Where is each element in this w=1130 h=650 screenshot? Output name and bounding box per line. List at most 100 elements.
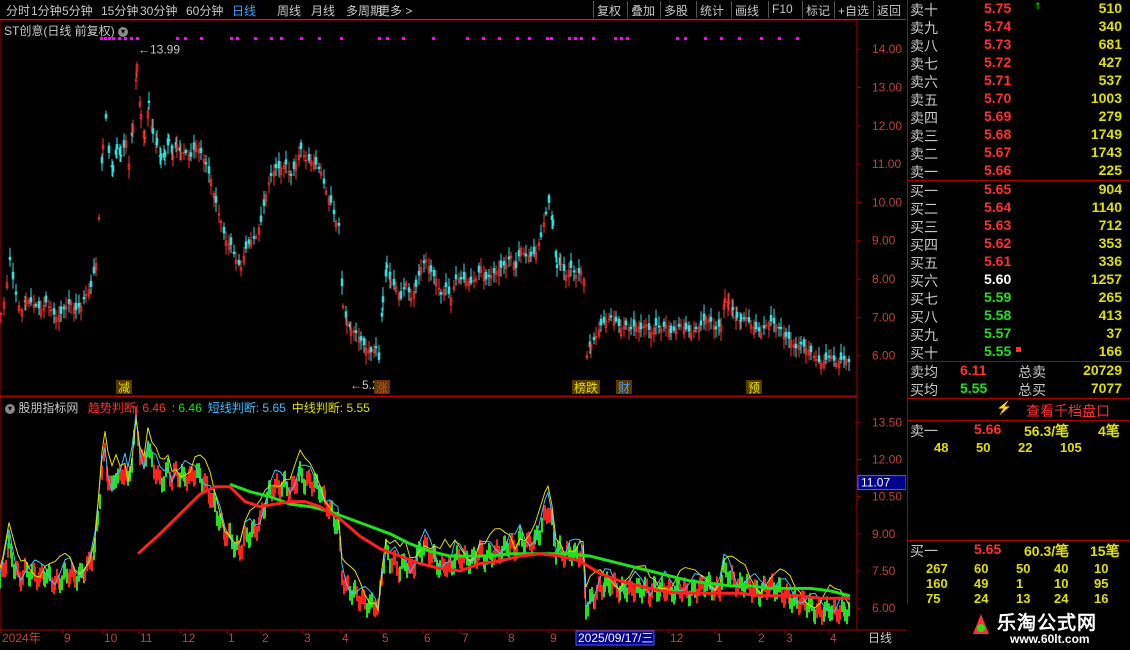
- toolbar-tab-1[interactable]: 1分钟: [31, 2, 62, 19]
- order-price: 5.67: [984, 144, 1012, 160]
- total-label: 总买: [1018, 382, 1046, 398]
- toolbar-button-4[interactable]: 画线: [735, 2, 759, 19]
- toolbar-tab-7[interactable]: 周线: [277, 2, 301, 19]
- order-book-row[interactable]: 卖十 5.75 510 ⇑: [908, 0, 1130, 18]
- candle-body: [617, 318, 621, 327]
- x-axis-label-17: 2: [758, 631, 765, 645]
- order-book-row[interactable]: 买三 5.63 712: [908, 217, 1130, 235]
- candle-body: [735, 311, 739, 318]
- buy1-order: 10: [1054, 576, 1069, 591]
- order-book-row[interactable]: 卖一 5.66 225: [908, 162, 1130, 180]
- toolbar-button-1[interactable]: 叠加: [631, 2, 655, 19]
- toolbar-tab-4[interactable]: 30分钟: [140, 2, 177, 19]
- x-axis-label-19: 4: [830, 631, 837, 645]
- order-book-row[interactable]: 卖四 5.69 279: [908, 108, 1130, 126]
- toolbar-tab-8[interactable]: 月线: [311, 2, 335, 19]
- order-book-row[interactable]: 买十 5.55 166: [908, 343, 1130, 361]
- x-axis-label-18: 3: [786, 631, 793, 645]
- candle-body: [332, 209, 336, 215]
- candle-body: [314, 156, 318, 165]
- indicator-value-3: 中线判断: 5.55: [291, 401, 370, 415]
- toolbar-tab-6[interactable]: 日线: [232, 2, 256, 19]
- order-book-row[interactable]: 买五 5.61 336: [908, 253, 1130, 271]
- candle-body: [839, 352, 843, 360]
- candle-body: [77, 302, 81, 308]
- candle-body: [119, 154, 123, 157]
- order-book-row[interactable]: 卖九 5.74 340: [908, 18, 1130, 36]
- sell1-count: 4笔: [1098, 423, 1120, 439]
- candle-body: [34, 304, 38, 307]
- order-volume: 279: [1098, 108, 1122, 124]
- signal-dot: [236, 37, 239, 40]
- price-tick-label-0: 14.00: [872, 42, 902, 56]
- order-book-row[interactable]: 卖七 5.72 427: [908, 54, 1130, 72]
- signal-dot: [378, 37, 381, 40]
- signal-dot: [318, 37, 321, 40]
- order-book-row[interactable]: 买七 5.59 265: [908, 289, 1130, 307]
- toolbar-tab-5[interactable]: 60分钟: [186, 2, 223, 19]
- toolbar-tab-2[interactable]: 5分钟: [62, 2, 93, 19]
- candle-body: [229, 237, 233, 245]
- order-volume: 265: [1098, 289, 1122, 305]
- candle-body: [167, 138, 171, 142]
- order-volume: 1743: [1090, 144, 1122, 160]
- order-book-row[interactable]: 卖二 5.67 1743: [908, 144, 1130, 162]
- candle-body: [694, 326, 698, 330]
- signal-dot: [280, 37, 283, 40]
- buy1-order: 1: [1016, 576, 1024, 591]
- candle-body: [684, 322, 688, 330]
- thousand-level-button[interactable]: ⚡ 查看千档盘口: [908, 399, 1130, 419]
- toolbar-button-8[interactable]: 返回: [877, 2, 901, 19]
- order-volume: 166: [1098, 343, 1122, 359]
- toolbar-button-5[interactable]: F10: [772, 2, 793, 16]
- indicator-tick-label-1: 12.00: [872, 453, 902, 467]
- toolbar-button-0[interactable]: 复权: [597, 2, 621, 19]
- toolbar-button-3[interactable]: 统计: [700, 2, 724, 19]
- order-book-row[interactable]: 卖八 5.73 681: [908, 36, 1130, 54]
- buy1-detail: 买一 5.65 60.3/笔 15笔 267 60 50 40 10 160 49 1 10 95 75 24…: [908, 541, 1130, 603]
- order-book-row[interactable]: 卖三 5.68 1749: [908, 126, 1130, 144]
- order-book-row[interactable]: 卖五 5.70 1003: [908, 90, 1130, 108]
- candle-body: [52, 308, 56, 315]
- chevron-down-icon[interactable]: ▾: [118, 26, 129, 37]
- site-logo: 乐淘公式网 www.60lt.com: [907, 604, 1130, 650]
- order-book-row[interactable]: 卖六 5.71 537: [908, 72, 1130, 90]
- order-book-row[interactable]: 买九 5.57 37: [908, 325, 1130, 343]
- toolbar-tab-9[interactable]: 多周期: [346, 2, 382, 19]
- order-book-row[interactable]: 买六 5.60 1257: [908, 271, 1130, 289]
- toolbar-button-2[interactable]: 多股: [664, 2, 688, 19]
- x-axis-label-15: 12: [670, 631, 684, 645]
- toolbar-button-7[interactable]: +自选: [838, 2, 869, 19]
- candle-body: [232, 251, 236, 255]
- chevron-down-icon[interactable]: ▾: [5, 403, 15, 414]
- signal-dot: [300, 37, 303, 40]
- order-label: 买二: [910, 201, 938, 217]
- candle-body: [204, 162, 208, 165]
- candle-body: [739, 314, 743, 322]
- event-label-4: 预: [748, 381, 760, 395]
- thousand-level-label: 查看千档盘口: [1026, 403, 1110, 419]
- candle-body: [44, 295, 48, 303]
- toolbar-tab-10[interactable]: 更多 >: [378, 2, 412, 19]
- indicator-tick-label-0: 13.50: [872, 415, 902, 429]
- signal-dot: [676, 37, 679, 40]
- candle-body: [380, 312, 384, 317]
- candle-body: [159, 153, 163, 161]
- toolbar-tab-3[interactable]: 15分钟: [101, 2, 138, 19]
- candle-body: [629, 326, 633, 330]
- toolbar-button-6[interactable]: 标记: [806, 2, 830, 19]
- order-book-row[interactable]: 买二 5.64 1140: [908, 199, 1130, 217]
- candle-body: [381, 296, 385, 303]
- candle-body: [687, 325, 691, 332]
- order-book-row[interactable]: 买一 5.65 904: [908, 181, 1130, 199]
- order-volume: 427: [1098, 54, 1122, 70]
- sell1-price: 5.66: [974, 421, 1002, 437]
- candle-body: [107, 145, 111, 153]
- candle-body: [322, 178, 326, 184]
- toolbar-tab-0[interactable]: 分时: [6, 2, 30, 19]
- order-book-row[interactable]: 买八 5.58 413: [908, 307, 1130, 325]
- order-volume: 340: [1098, 18, 1122, 34]
- candle-body: [392, 278, 396, 286]
- total-value: 20729: [1083, 362, 1122, 378]
- order-book-row[interactable]: 买四 5.62 353: [908, 235, 1130, 253]
